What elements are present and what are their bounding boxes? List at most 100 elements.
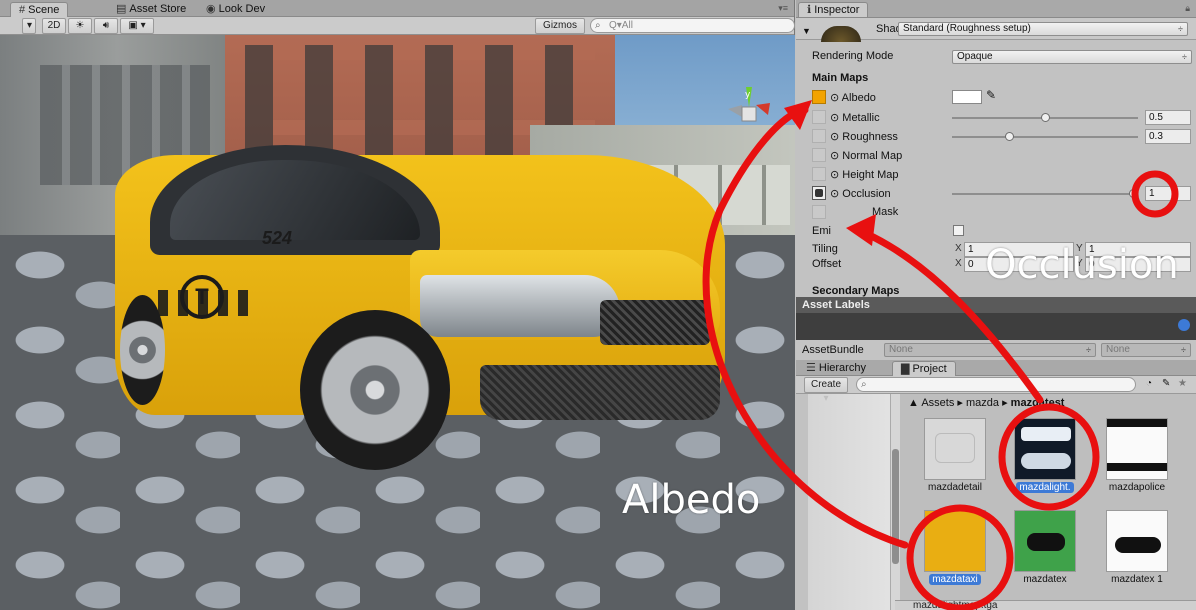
shader-dropdown[interactable]: Standard (Roughness setup) [898,22,1188,36]
effects-dropdown-icon[interactable]: ▣ ▾ [120,18,154,34]
texture-thumbnail [1106,510,1168,572]
asset-name: mazdataxi [929,574,981,585]
tab-asset-store[interactable]: ▤ Asset Store [108,2,194,17]
normal-map-label: ⊙ Normal Map [830,150,903,162]
albedo-label: ⊙ Albedo [830,92,876,104]
panel-menu-icon[interactable]: ▾≡ [778,3,788,14]
shader-row: ▼ Shader Standard (Roughness setup) [796,18,1196,42]
detail-mask-texture-slot[interactable] [812,205,826,219]
occlusion-value-field[interactable]: 1 [1145,186,1191,201]
create-dropdown[interactable]: Create ▾ [804,377,848,404]
svg-text:y: y [745,90,751,100]
thumb-shape [1115,537,1161,553]
thumb-shape [1107,463,1167,471]
roughness-label: ⊙ Roughness [830,131,898,143]
scrollbar-thumb[interactable] [892,449,899,564]
asset-name: mazdadetail [928,482,982,493]
hash-icon: # [19,4,26,16]
metallic-label: ⊙ Metallic [830,112,880,124]
tab-inspector[interactable]: ℹ Inspector [798,2,869,17]
scene-viewport[interactable]: T 524 y [0,35,795,610]
offset-x-axis-label: X [955,258,962,269]
albedo-texture-slot[interactable] [812,90,826,104]
gizmos-dropdown[interactable]: Gizmos ▾ [535,18,585,45]
main-maps-heading: Main Maps [812,72,869,84]
albedo-color-swatch[interactable] [952,90,982,104]
detail-mask-label: Mask [872,206,899,218]
2d-toggle-button[interactable]: 2D [42,18,66,34]
asset-tile-mazdalight[interactable]: mazdalight. [1004,418,1086,493]
assetbundle-variant-dropdown[interactable]: None [1101,343,1191,357]
texture-thumb-icon [815,189,823,197]
scene-orientation-gizmo[interactable]: y [718,85,778,145]
occlusion-texture-slot[interactable] [812,186,826,200]
eyedropper-icon[interactable]: ✎ [986,88,996,102]
metallic-slider-knob[interactable] [1040,113,1050,122]
asset-name: mazdatex [1023,574,1067,585]
roughness-slider[interactable] [952,136,1138,138]
asset-tile-mazdapolice[interactable]: mazdapolice [1096,418,1178,493]
emission-checkbox[interactable] [953,225,964,236]
taxi-headlight [420,275,620,337]
assetbundle-dropdown[interactable]: None [884,343,1096,357]
tab-look-dev[interactable]: ◉ Look Dev [198,2,273,17]
emission-label: Emi [812,225,831,237]
project-toolbar: Create ▾ ⌕ ◔ ✎ ★ [796,376,1196,404]
shading-mode-dropdown[interactable]: ▾ [22,18,36,34]
roughness-texture-slot[interactable] [812,129,826,143]
height-map-texture-slot[interactable] [812,167,826,181]
asset-tile-mazdatex-1[interactable]: mazdatex 1 [1096,510,1178,585]
thumb-shape [1021,453,1071,469]
asset-name: mazdalight. [1016,482,1074,493]
metallic-value-field[interactable]: 0.5 [1145,110,1191,125]
label-tag-icon[interactable] [1178,319,1190,331]
scene-search-input[interactable]: ⌕ Q▾All [590,18,795,33]
asset-tile-mazdataxi[interactable]: mazdataxi [914,510,996,585]
project-scrollbar[interactable] [890,394,900,610]
occlusion-label: ⊙ Occlusion [830,188,891,200]
audio-toggle-icon[interactable]: 🔊︎ [94,18,118,34]
project-asset-grid: ▲ Assets ▸ mazda ▸ mazdatest mazdadetail… [900,394,1196,610]
breadcrumb-mazdatest[interactable]: mazdatest [1011,397,1065,409]
foldout-arrow-icon[interactable]: ▼ [802,26,811,36]
asset-name: mazdatex 1 [1111,574,1163,585]
rendering-mode-dropdown[interactable]: Opaque [952,50,1192,64]
occlusion-slider-knob[interactable] [1129,189,1138,198]
asset-tile-mazdadetail[interactable]: mazdadetail [914,418,996,493]
lock-icon[interactable]: 🔒︎ [1185,3,1190,14]
asset-name: mazdapolice [1108,482,1166,493]
lighting-toggle-icon[interactable]: ☀ [68,18,92,34]
normal-map-texture-slot[interactable] [812,148,826,162]
thumb-shape [1027,533,1065,551]
project-search-input[interactable]: ⌕ [856,377,1136,392]
metallic-texture-slot[interactable] [812,110,826,124]
favorite-icon[interactable]: ★ [1178,378,1187,389]
tiling-x-axis-label: X [955,243,962,254]
project-folder-tree[interactable] [808,394,890,610]
breadcrumb: ▲ Assets ▸ mazda ▸ mazdatest [908,397,1065,409]
material-preview-icon [821,26,861,42]
roughness-value-field[interactable]: 0.3 [1145,129,1191,144]
filter-label-icon[interactable]: ✎ [1162,378,1170,389]
taxi-number: 524 [262,228,293,248]
folder-icon: ▇ [901,363,910,375]
filter-type-icon[interactable]: ◔ [1146,378,1152,389]
assetbundle-label: AssetBundle [802,344,864,356]
albedo-annotation-label: Albedo [622,477,761,523]
taxi-bumper [480,365,720,420]
tab-project[interactable]: ▇ Project [892,361,956,376]
front-wheel [300,310,450,470]
texture-thumbnail [924,510,986,572]
tab-hierarchy[interactable]: ☰ Hierarchy [798,361,874,376]
rear-wheel [120,295,165,405]
breadcrumb-assets[interactable]: Assets [921,397,954,409]
breadcrumb-mazda[interactable]: mazda [966,397,999,409]
tab-scene[interactable]: # Scene [10,2,69,17]
asset-tile-mazdatex[interactable]: mazdatex [1004,510,1086,585]
breadcrumb-arrow-icon: ▲ [908,397,922,409]
thumb-outline [935,433,975,463]
occlusion-slider[interactable] [952,193,1138,195]
scene-tabbar: # Scene ▤ Asset Store ◉ Look Dev ▾≡ [0,0,794,17]
scene-toolbar: ▾ 2D ☀ 🔊︎ ▣ ▾ Gizmos ▾ ⌕Q▾All [0,17,795,45]
axis-gizmo-icon: y [728,87,770,122]
